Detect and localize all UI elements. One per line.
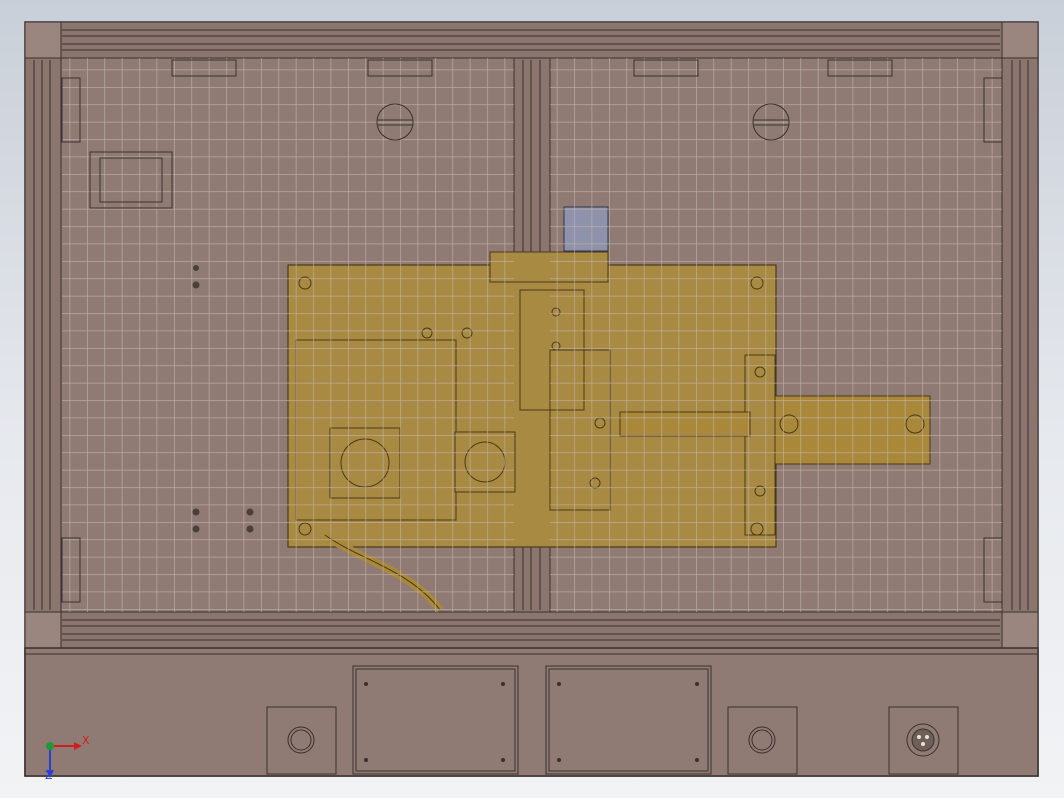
port-plate-right: [727, 706, 798, 775]
lower-cabinet: [24, 647, 1039, 777]
cad-viewport[interactable]: X Z: [0, 0, 1064, 798]
cad-drawing[interactable]: [0, 0, 1064, 798]
circular-connector-icon: [888, 706, 959, 775]
port-plate-left: [266, 706, 337, 775]
axis-x-label: X: [82, 734, 90, 747]
axis-z-label: Z: [45, 769, 53, 782]
